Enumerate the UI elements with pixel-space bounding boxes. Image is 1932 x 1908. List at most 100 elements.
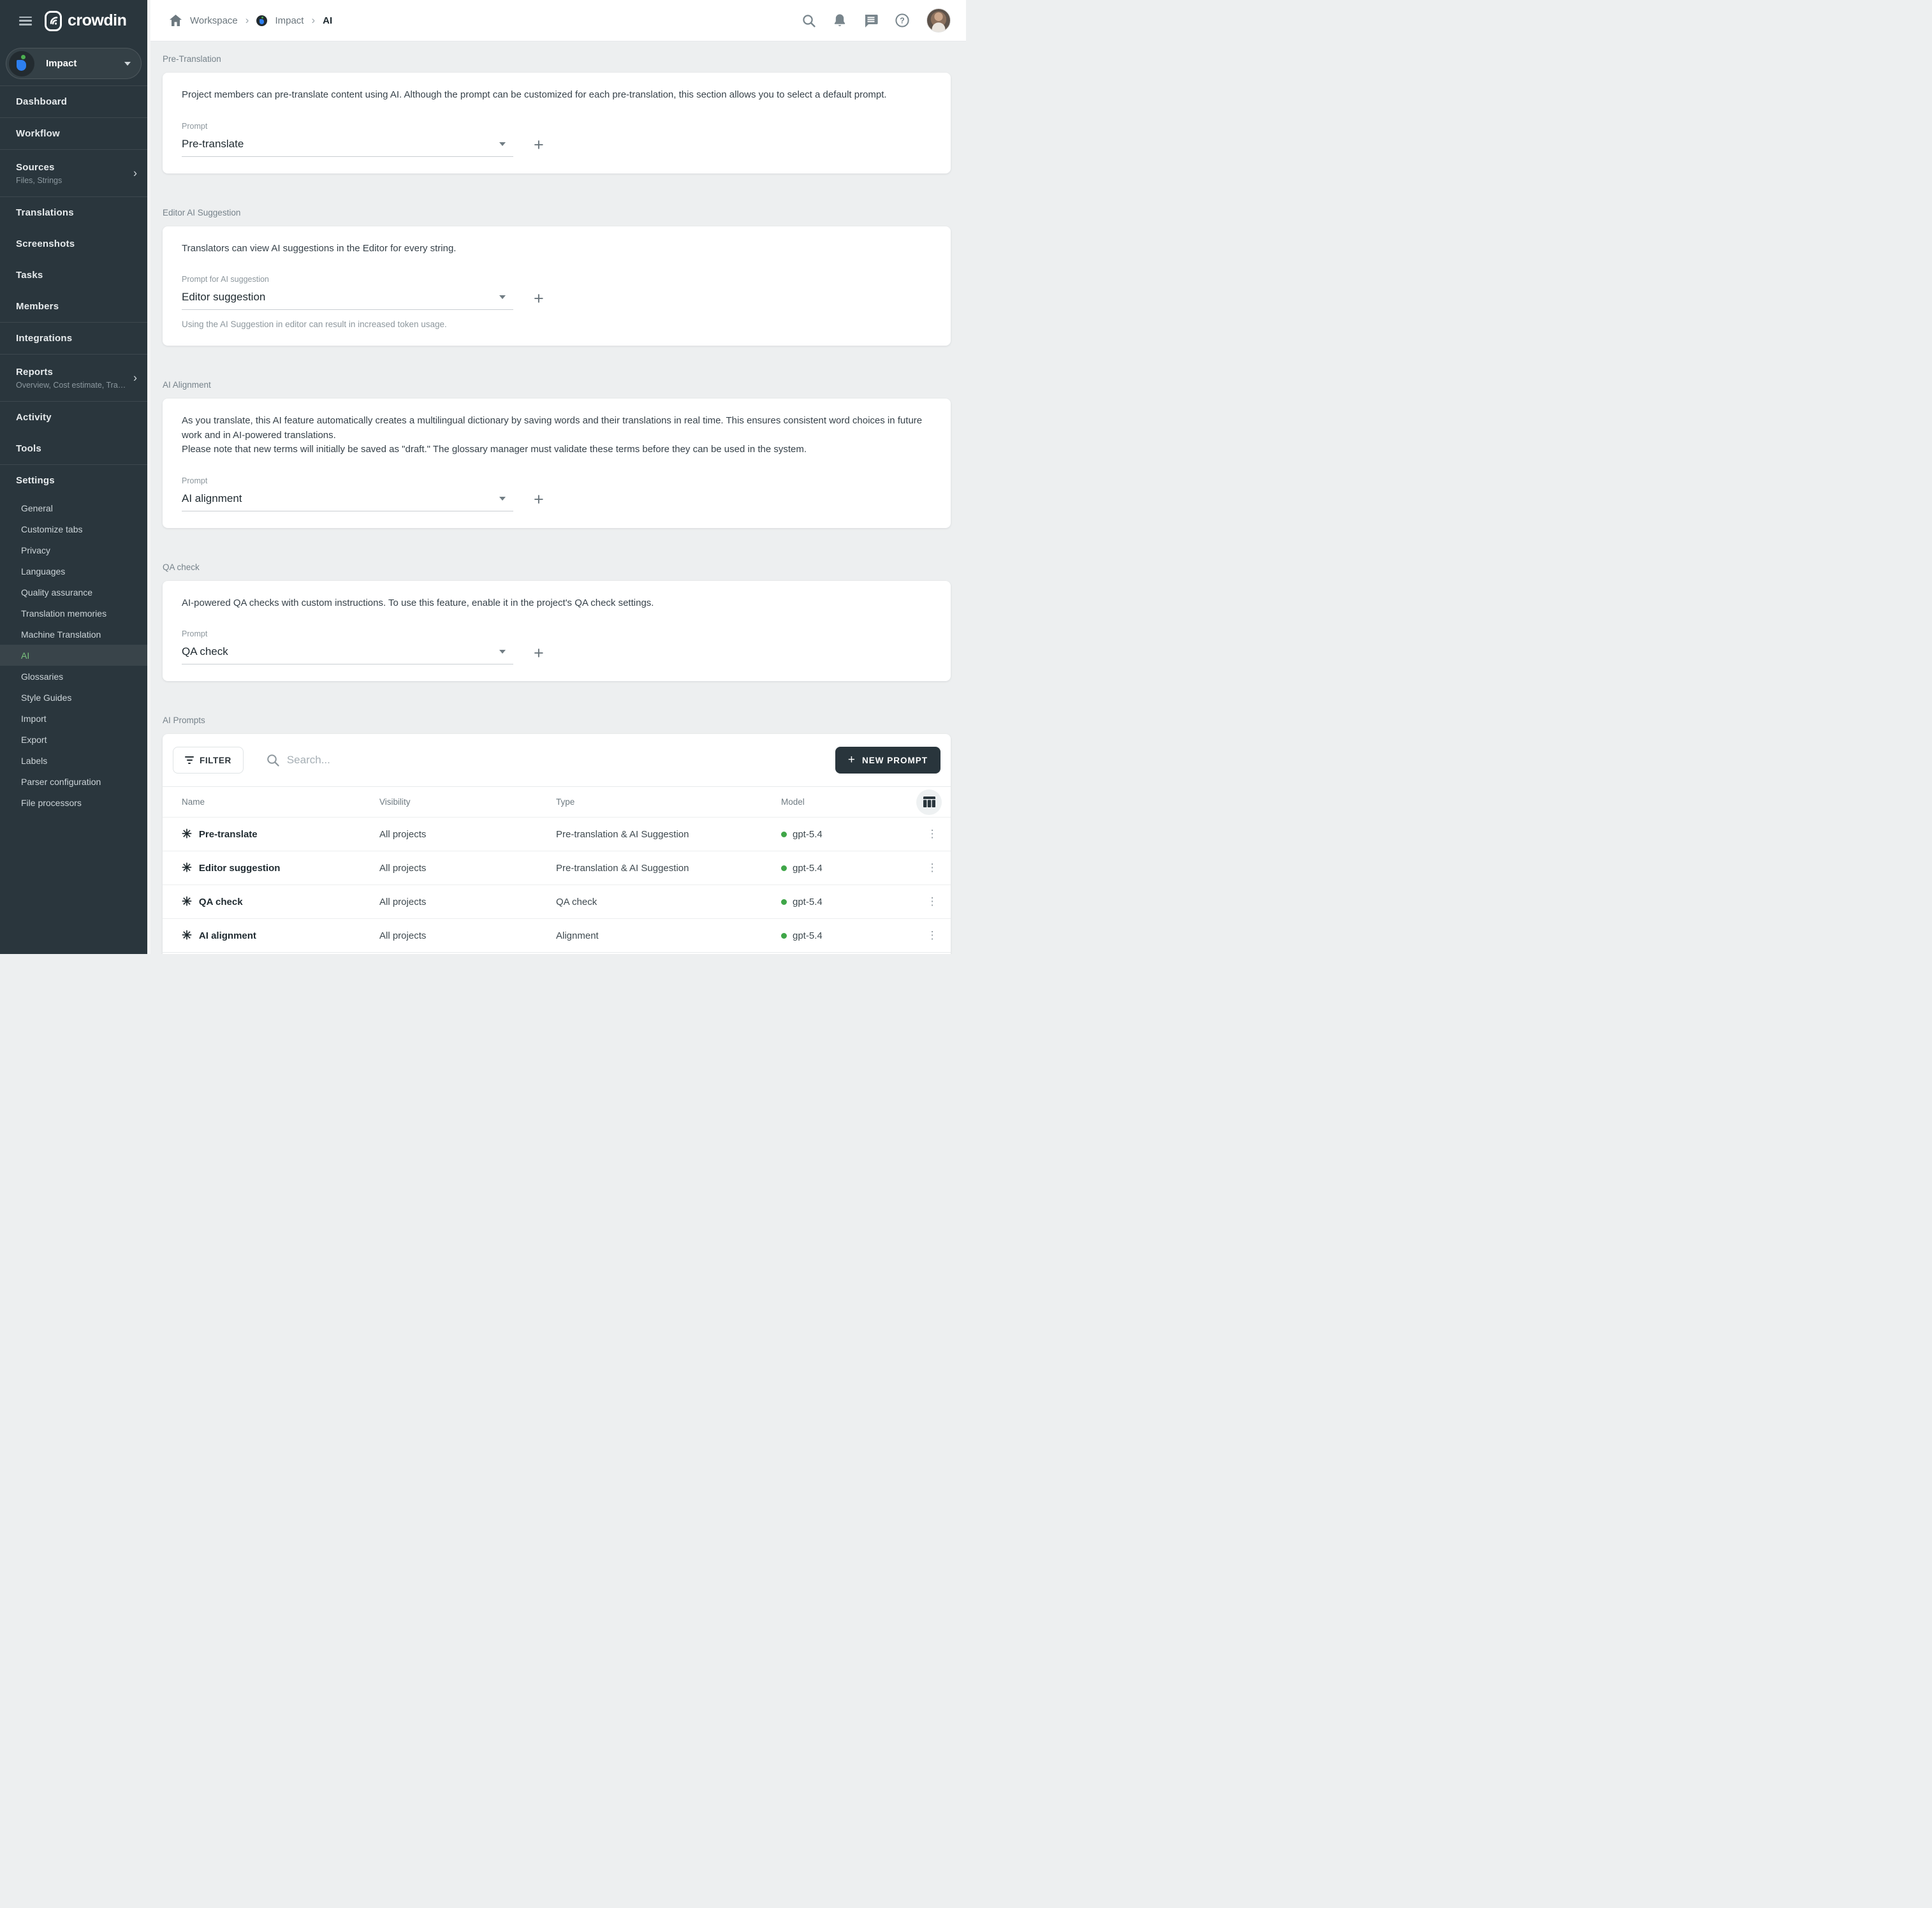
settings-item-file-processors[interactable]: File processors (0, 792, 147, 813)
settings-item-translation-memories[interactable]: Translation memories (0, 603, 147, 624)
table-row[interactable]: ✳AI alignment All projects Alignment gpt… (163, 918, 951, 952)
sidebar-gutter (147, 0, 150, 954)
column-header-model: Model (781, 797, 911, 807)
section-title-editor-ai-suggestion: Editor AI Suggestion (163, 208, 951, 217)
chevron-down-icon (499, 295, 506, 299)
home-icon[interactable] (168, 13, 182, 27)
section-title-ai-alignment: AI Alignment (163, 380, 951, 390)
sidebar-item-workflow[interactable]: Workflow (0, 118, 147, 149)
section-title-qa-check: QA check (163, 562, 951, 572)
help-icon[interactable]: ? (895, 13, 909, 27)
notifications-icon[interactable] (833, 13, 847, 27)
search-icon[interactable] (801, 13, 816, 27)
editor-ai-suggestion-card: Translators can view AI suggestions in t… (163, 226, 951, 346)
project-name: Impact (46, 58, 124, 69)
column-header-name: Name (182, 797, 379, 807)
settings-item-import[interactable]: Import (0, 708, 147, 729)
model-status-dot (781, 832, 787, 837)
crowdin-logo-text: crowdin (68, 11, 126, 30)
settings-item-labels[interactable]: Labels (0, 750, 147, 771)
qa-check-card: AI-powered QA checks with custom instruc… (163, 581, 951, 682)
prompt-label: Prompt (182, 122, 932, 131)
ai-alignment-card: As you translate, this AI feature automa… (163, 399, 951, 528)
sidebar-item-settings[interactable]: Settings (0, 465, 147, 496)
openai-icon: ✳ (182, 930, 192, 942)
sidebar-item-tasks[interactable]: Tasks (0, 260, 147, 291)
sidebar-item-members[interactable]: Members (0, 291, 147, 322)
settings-item-quality-assurance[interactable]: Quality assurance (0, 582, 147, 603)
breadcrumb: Workspace › Impact › AI (168, 13, 801, 27)
settings-item-ai[interactable]: AI (0, 645, 147, 666)
chevron-right-icon: › (311, 14, 315, 27)
qa-check-prompt-select[interactable]: QA check (182, 642, 513, 664)
table-row[interactable]: ✳Editor suggestion All projects Pre-tran… (163, 851, 951, 884)
add-prompt-icon[interactable]: + (534, 491, 544, 508)
sidebar-item-sources[interactable]: Sources Files, Strings › (0, 150, 147, 196)
prompts-toolbar: FILTER + NEW PROMPT (163, 734, 951, 786)
chevron-right-icon: › (245, 14, 249, 27)
sidebar: crowdin Impact Dashboard Workflow Source… (0, 0, 147, 954)
table-row[interactable]: ✳QA check All projects QA check gpt-5.4 … (163, 884, 951, 918)
column-settings-button[interactable] (916, 789, 942, 815)
ai-alignment-prompt-select[interactable]: AI alignment (182, 488, 513, 511)
filter-button[interactable]: FILTER (173, 747, 244, 774)
add-prompt-icon[interactable]: + (534, 645, 544, 662)
add-prompt-icon[interactable]: + (534, 136, 544, 154)
ai-alignment-description-1: As you translate, this AI feature automa… (182, 414, 932, 443)
model-status-dot (781, 865, 787, 871)
section-title-pre-translation: Pre-Translation (163, 54, 951, 64)
settings-item-machine-translation[interactable]: Machine Translation (0, 624, 147, 645)
project-selector[interactable]: Impact (6, 48, 142, 79)
openai-icon: ✳ (182, 862, 192, 874)
model-status-dot (781, 899, 787, 905)
settings-item-general[interactable]: General (0, 497, 147, 518)
table-row[interactable]: ✳Pre-translate All projects Pre-translat… (163, 817, 951, 851)
sidebar-item-translations[interactable]: Translations (0, 197, 147, 228)
messages-icon[interactable] (864, 13, 878, 27)
editor-suggestion-prompt-select[interactable]: Editor suggestion (182, 287, 513, 310)
filter-icon (185, 756, 194, 764)
openai-icon: ✳ (182, 896, 192, 908)
main-content: Pre-Translation Project members can pre-… (150, 41, 966, 954)
sidebar-item-dashboard[interactable]: Dashboard (0, 86, 147, 117)
sidebar-header: crowdin (0, 0, 147, 41)
prompt-label: Prompt for AI suggestion (182, 275, 932, 284)
row-menu-icon[interactable]: ⋮ (923, 895, 942, 908)
topbar: Workspace › Impact › AI ? (150, 0, 966, 41)
pre-translation-description: Project members can pre-translate conten… (182, 88, 932, 103)
sidebar-item-reports[interactable]: Reports Overview, Cost estimate, Transl.… (0, 355, 147, 401)
sidebar-item-integrations[interactable]: Integrations (0, 323, 147, 354)
new-prompt-button[interactable]: + NEW PROMPT (835, 747, 940, 774)
column-header-type: Type (556, 797, 781, 807)
sidebar-item-screenshots[interactable]: Screenshots (0, 228, 147, 260)
row-menu-icon[interactable]: ⋮ (923, 828, 942, 840)
prompt-label: Prompt (182, 476, 932, 485)
settings-item-parser-configuration[interactable]: Parser configuration (0, 771, 147, 792)
search-input[interactable] (287, 754, 835, 767)
settings-item-privacy[interactable]: Privacy (0, 539, 147, 561)
sidebar-item-sources-sub: Files, Strings (16, 176, 147, 185)
plus-icon: + (848, 753, 856, 767)
breadcrumb-page: AI (323, 15, 332, 26)
settings-item-customize-tabs[interactable]: Customize tabs (0, 518, 147, 539)
breadcrumb-project[interactable]: Impact (275, 15, 304, 26)
settings-item-style-guides[interactable]: Style Guides (0, 687, 147, 708)
project-avatar (9, 51, 34, 77)
crowdin-logo[interactable]: crowdin (45, 11, 126, 31)
chevron-down-icon (124, 62, 131, 66)
pre-translation-prompt-select[interactable]: Pre-translate (182, 134, 513, 157)
add-prompt-icon[interactable]: + (534, 290, 544, 307)
row-menu-icon[interactable]: ⋮ (923, 862, 942, 874)
settings-item-export[interactable]: Export (0, 729, 147, 750)
breadcrumb-project-avatar (256, 15, 267, 26)
settings-item-glossaries[interactable]: Glossaries (0, 666, 147, 687)
search-icon (267, 754, 279, 767)
row-menu-icon[interactable]: ⋮ (923, 929, 942, 942)
sidebar-item-activity[interactable]: Activity (0, 402, 147, 433)
menu-icon[interactable] (19, 17, 32, 26)
sidebar-item-tools[interactable]: Tools (0, 433, 147, 464)
breadcrumb-workspace[interactable]: Workspace (190, 15, 238, 26)
settings-item-languages[interactable]: Languages (0, 561, 147, 582)
user-avatar[interactable] (926, 8, 951, 33)
ai-alignment-description-2: Please note that new terms will initiall… (182, 443, 932, 457)
